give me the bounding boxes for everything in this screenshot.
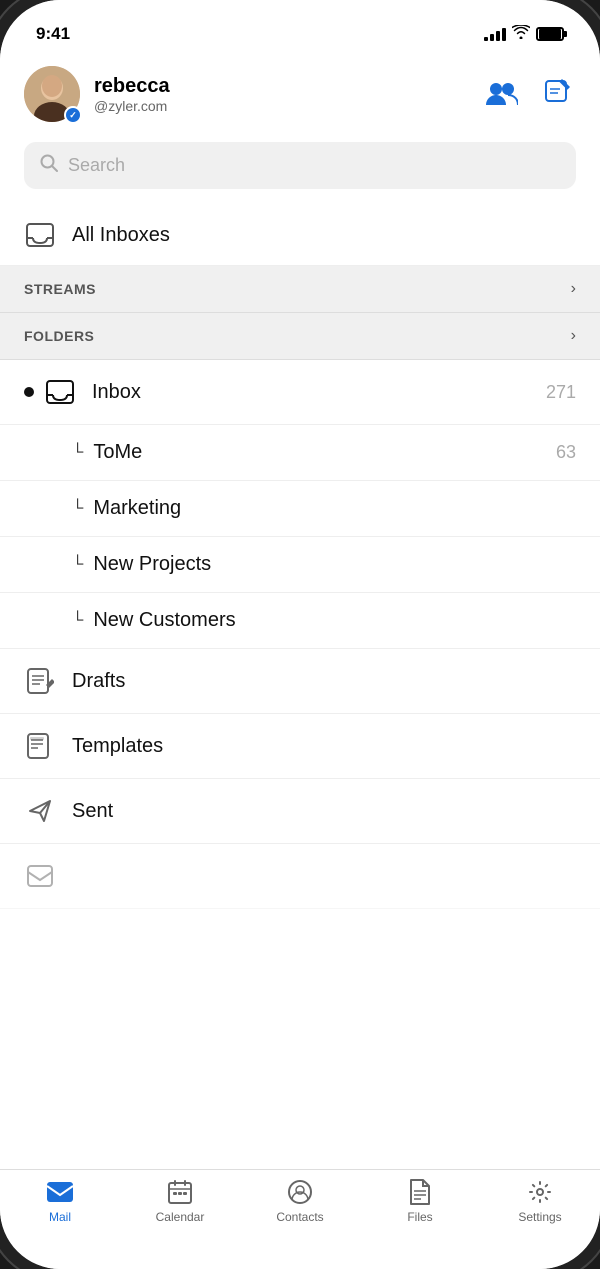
marketing-row[interactable]: └ Marketing: [0, 481, 600, 537]
marketing-arrow-icon: └: [72, 500, 83, 518]
new-projects-arrow-icon: └: [72, 556, 83, 574]
user-info: rebecca @zyler.com: [94, 75, 468, 114]
tome-label: ToMe: [93, 441, 556, 464]
compose-button[interactable]: [540, 75, 576, 114]
inbox-label: Inbox: [92, 381, 546, 404]
avatar-verified-badge: [64, 106, 82, 124]
sent-label: Sent: [72, 800, 576, 823]
streams-chevron-icon: ›: [571, 280, 576, 298]
new-customers-label: New Customers: [93, 609, 576, 632]
inbox-count: 271: [546, 382, 576, 403]
partial-icon: [24, 860, 56, 892]
mail-nav-icon: [46, 1178, 74, 1206]
status-bar: 9:41: [0, 0, 600, 54]
status-icons: [484, 25, 564, 44]
nav-mail[interactable]: Mail: [0, 1178, 120, 1224]
nav-files[interactable]: Files: [360, 1178, 480, 1224]
content-area: rebecca @zyler.com: [0, 54, 600, 1169]
files-nav-label: Files: [407, 1210, 432, 1224]
user-email: @zyler.com: [94, 98, 468, 114]
nav-contacts[interactable]: Contacts: [240, 1178, 360, 1224]
mail-nav-label: Mail: [49, 1210, 71, 1224]
header: rebecca @zyler.com: [0, 54, 600, 134]
wifi-icon: [512, 25, 530, 44]
settings-nav-icon: [526, 1178, 554, 1206]
nav-settings[interactable]: Settings: [480, 1178, 600, 1224]
tome-count: 63: [556, 442, 576, 463]
bottom-nav: Mail Calendar: [0, 1169, 600, 1269]
header-actions: [482, 75, 576, 114]
signal-icon: [484, 28, 506, 41]
marketing-label: Marketing: [93, 497, 576, 520]
sent-icon: [24, 795, 56, 827]
folders-label: FOLDERS: [24, 328, 94, 344]
team-icon-button[interactable]: [482, 75, 522, 114]
tome-arrow-icon: └: [72, 444, 83, 462]
templates-icon: [24, 730, 56, 762]
drafts-label: Drafts: [72, 670, 576, 693]
calendar-nav-label: Calendar: [156, 1210, 205, 1224]
templates-row[interactable]: Templates: [0, 714, 600, 779]
all-inboxes-row[interactable]: All Inboxes: [0, 205, 600, 266]
inbox-tray-icon: [24, 219, 56, 251]
search-icon: [40, 154, 58, 177]
templates-label: Templates: [72, 735, 576, 758]
contacts-nav-label: Contacts: [276, 1210, 323, 1224]
drafts-row[interactable]: Drafts: [0, 649, 600, 714]
battery-icon: [536, 27, 564, 41]
contacts-nav-icon: [286, 1178, 314, 1206]
new-projects-label: New Projects: [93, 553, 576, 576]
avatar: [24, 66, 80, 122]
settings-nav-label: Settings: [518, 1210, 561, 1224]
files-nav-icon: [406, 1178, 434, 1206]
drafts-icon: [24, 665, 56, 697]
streams-label: STREAMS: [24, 281, 96, 297]
sent-row[interactable]: Sent: [0, 779, 600, 844]
unread-dot: [24, 387, 34, 397]
inbox-icon: [44, 376, 76, 408]
partial-row: [0, 844, 600, 909]
streams-section[interactable]: STREAMS ›: [0, 266, 600, 313]
new-customers-row[interactable]: └ New Customers: [0, 593, 600, 649]
new-projects-row[interactable]: └ New Projects: [0, 537, 600, 593]
folders-section[interactable]: FOLDERS ›: [0, 313, 600, 360]
folders-chevron-icon: ›: [571, 327, 576, 345]
nav-calendar[interactable]: Calendar: [120, 1178, 240, 1224]
new-customers-arrow-icon: └: [72, 612, 83, 630]
search-bar[interactable]: Search: [24, 142, 576, 189]
all-inboxes-label: All Inboxes: [72, 224, 576, 247]
status-time: 9:41: [36, 24, 70, 44]
calendar-nav-icon: [166, 1178, 194, 1206]
inbox-row[interactable]: Inbox 271: [0, 360, 600, 425]
tome-row[interactable]: └ ToMe 63: [0, 425, 600, 481]
phone-frame: 9:41: [0, 0, 600, 1269]
user-name: rebecca: [94, 75, 468, 98]
search-placeholder: Search: [68, 155, 125, 176]
